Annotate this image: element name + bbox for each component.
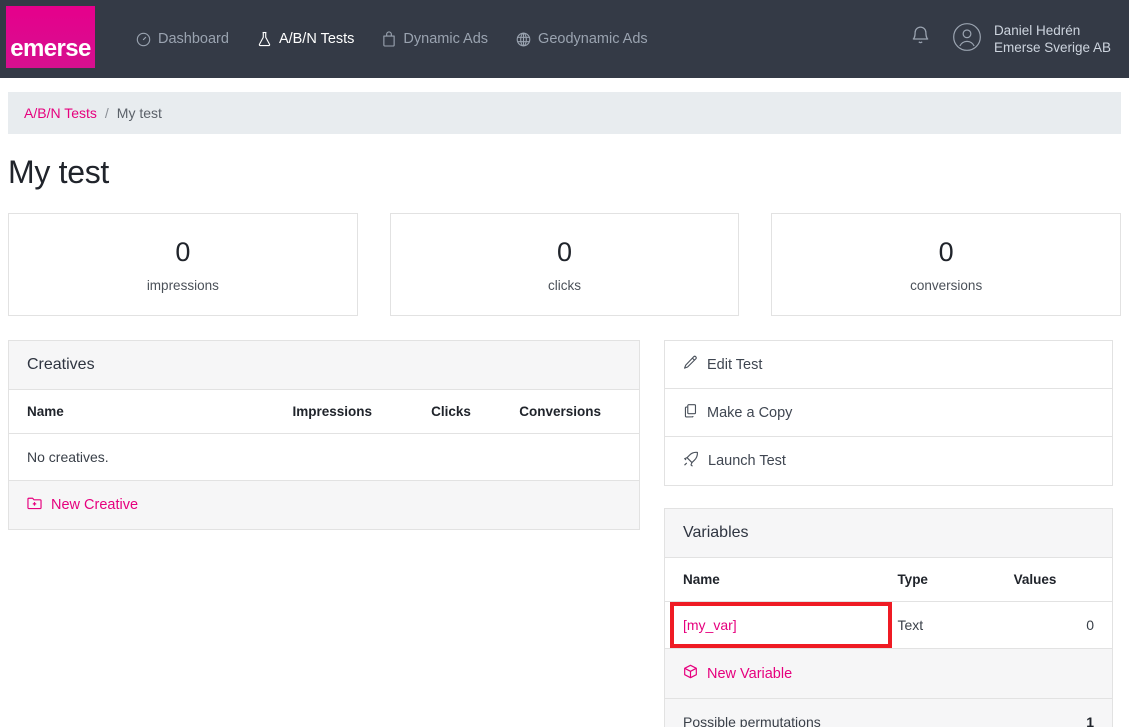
nav-item-abn-tests[interactable]: A/B/N Tests	[243, 25, 368, 53]
variables-panel: Variables Name Type Values [my_var] Text…	[664, 508, 1113, 727]
user-organisation: Emerse Sverige AB	[993, 40, 1111, 55]
content-columns: Creatives Name Impressions Clicks Conver…	[8, 340, 1121, 727]
edit-test-button[interactable]: Edit Test	[665, 341, 1112, 389]
make-a-copy-button[interactable]: Make a Copy	[665, 389, 1112, 437]
variable-type-cell: Text	[897, 601, 1014, 649]
stat-value-impressions: 0	[175, 236, 191, 267]
variable-name-link[interactable]: [my_var]	[683, 617, 737, 633]
new-creative-label: New Creative	[51, 497, 139, 513]
nav-item-dynamic-ads-label: Dynamic Ads	[403, 31, 489, 47]
right-column: Edit Test Make a Copy Launch Test Variab…	[664, 340, 1113, 727]
breadcrumb-current: My test	[116, 105, 162, 121]
bag-icon	[382, 31, 396, 47]
cube-icon	[683, 664, 698, 683]
user-avatar-icon	[952, 22, 982, 57]
creatives-empty-row: No creatives.	[9, 433, 639, 481]
nav-item-geodynamic-ads-label: Geodynamic Ads	[538, 31, 648, 47]
emerse-logo[interactable]: emerse	[6, 6, 95, 68]
possible-permutations-label: Possible permutations	[683, 714, 821, 727]
folder-plus-icon	[27, 496, 42, 514]
variables-col-values: Values	[1013, 558, 1112, 602]
top-navigation-bar: emerse Dashboard A/B/N Tests Dynamic Ads…	[0, 0, 1129, 78]
logo-text: emerse	[10, 35, 91, 62]
nav-item-dashboard-label: Dashboard	[158, 31, 229, 47]
creatives-table: Name Impressions Clicks Conversions No c…	[9, 390, 639, 481]
make-a-copy-label: Make a Copy	[707, 404, 793, 421]
variables-table: Name Type Values [my_var] Text 0	[665, 558, 1112, 649]
breadcrumb-separator: /	[104, 105, 109, 121]
user-identity: Daniel Hedrén Emerse Sverige AB	[994, 22, 1111, 57]
stat-card-clicks: 0 clicks	[389, 213, 740, 316]
creatives-col-clicks: Clicks	[431, 390, 520, 434]
possible-permutations-row: Possible permutations 1	[665, 698, 1112, 727]
globe-icon	[516, 32, 531, 47]
stat-card-conversions: 0 conversions	[771, 213, 1122, 316]
breadcrumb-parent-link[interactable]: A/B/N Tests	[24, 105, 97, 121]
test-actions-panel: Edit Test Make a Copy Launch Test	[664, 340, 1113, 486]
flask-icon	[257, 31, 272, 47]
variables-panel-title: Variables	[665, 509, 1112, 558]
main-nav: Dashboard A/B/N Tests Dynamic Ads Geodyn…	[122, 25, 662, 53]
creatives-table-header-row: Name Impressions Clicks Conversions	[9, 390, 639, 434]
stat-card-row: 0 impressions 0 clicks 0 conversions	[8, 213, 1122, 316]
rocket-icon	[683, 451, 699, 471]
variables-col-name: Name	[665, 558, 898, 602]
new-variable-button[interactable]: New Variable	[665, 649, 1112, 698]
gauge-icon	[136, 32, 151, 47]
creatives-col-conversions: Conversions	[519, 390, 639, 434]
variable-values-cell: 0	[1013, 601, 1112, 649]
nav-item-dashboard[interactable]: Dashboard	[122, 25, 243, 53]
table-row[interactable]: [my_var] Text 0	[665, 601, 1112, 649]
variables-table-header-row: Name Type Values	[665, 558, 1112, 602]
creatives-panel: Creatives Name Impressions Clicks Conver…	[8, 340, 640, 530]
stat-card-impressions: 0 impressions	[8, 213, 358, 316]
stat-label-conversions: conversions	[910, 278, 983, 294]
creatives-panel-title: Creatives	[9, 341, 639, 390]
creatives-col-impressions: Impressions	[292, 390, 432, 434]
bell-icon[interactable]	[909, 24, 932, 54]
copy-icon	[683, 403, 698, 422]
creatives-col-name: Name	[9, 390, 293, 434]
topbar-right-cluster: Daniel Hedrén Emerse Sverige AB	[909, 22, 1111, 57]
variables-col-type: Type	[897, 558, 1014, 602]
creatives-empty-text: No creatives.	[9, 433, 639, 481]
nav-item-geodynamic-ads[interactable]: Geodynamic Ads	[502, 25, 662, 53]
nav-item-dynamic-ads[interactable]: Dynamic Ads	[368, 25, 502, 53]
page-title: My test	[8, 154, 110, 190]
launch-test-label: Launch Test	[708, 453, 786, 469]
stat-value-clicks: 0	[556, 236, 573, 267]
possible-permutations-value: 1	[1086, 714, 1094, 727]
left-column: Creatives Name Impressions Clicks Conver…	[8, 340, 640, 530]
breadcrumb: A/B/N Tests / My test	[8, 92, 1121, 134]
stat-value-conversions: 0	[938, 236, 954, 267]
new-creative-button[interactable]: New Creative	[9, 481, 639, 529]
user-name: Daniel Hedrén	[993, 22, 1081, 38]
pencil-icon	[683, 355, 698, 374]
launch-test-button[interactable]: Launch Test	[665, 437, 1112, 485]
variable-name-cell[interactable]: [my_var]	[665, 601, 898, 649]
nav-item-abn-tests-label: A/B/N Tests	[278, 31, 355, 47]
edit-test-label: Edit Test	[707, 356, 763, 373]
user-menu[interactable]: Daniel Hedrén Emerse Sverige AB	[952, 22, 1111, 57]
stat-label-clicks: clicks	[548, 278, 581, 294]
stat-label-impressions: impressions	[146, 278, 219, 294]
new-variable-label: New Variable	[707, 665, 793, 682]
